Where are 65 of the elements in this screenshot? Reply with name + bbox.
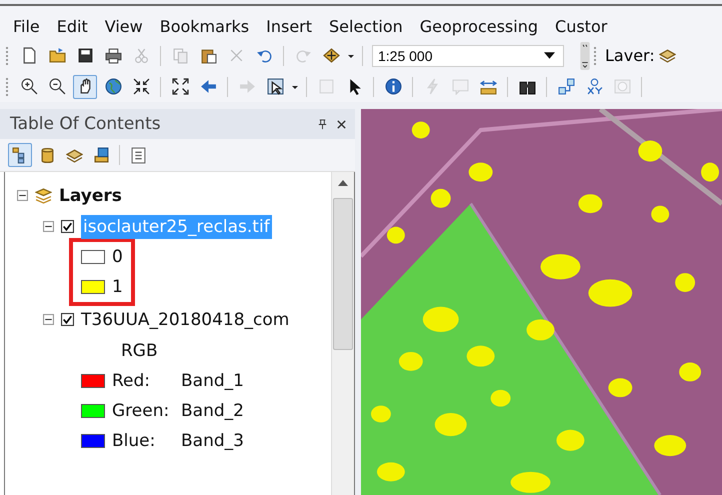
collapse-icon[interactable]: [17, 190, 28, 201]
back-arrow-icon: [200, 78, 216, 95]
collapse-icon[interactable]: [43, 314, 54, 325]
legend-label: Blue:: [112, 430, 156, 453]
menu-item[interactable]: Selection: [329, 14, 403, 40]
time-slider-icon: [614, 78, 630, 95]
options-icon: [130, 146, 146, 164]
route-icon: [558, 78, 574, 95]
info-icon: [384, 78, 402, 95]
menu-item[interactable]: File: [13, 14, 40, 40]
zoom-in-icon: [20, 78, 38, 95]
layer-checkbox[interactable]: [61, 313, 74, 326]
fixed-zoom-out-icon: [172, 78, 188, 95]
paste-icon: [200, 47, 216, 64]
toc-view-button[interactable]: [8, 143, 32, 167]
legend-label: 0: [112, 246, 123, 269]
layer-group-label[interactable]: Layers: [59, 184, 122, 208]
band-name: Band_2: [181, 400, 244, 423]
open-folder-icon: [48, 47, 66, 64]
legend-label: Green:: [112, 400, 170, 423]
new-document-icon: [20, 47, 38, 64]
menu-item[interactable]: Insert: [266, 14, 312, 40]
legend-label: Red:: [112, 370, 152, 393]
scroll-thumb[interactable]: [333, 198, 353, 350]
globe-icon: [104, 78, 122, 95]
band-name: Band_1: [181, 370, 244, 393]
save-icon: [76, 47, 94, 64]
pin-icon[interactable]: [317, 118, 328, 130]
layer-label: Laver:: [605, 44, 655, 66]
toolbar-overflow-icon[interactable]: [580, 42, 590, 70]
add-data-icon: [322, 47, 340, 64]
xy-icon: [586, 78, 602, 95]
menu-item[interactable]: Bookmarks: [160, 14, 250, 40]
database-icon: [38, 146, 56, 164]
source-icon: [92, 146, 110, 164]
fixed-zoom-in-icon: [132, 78, 150, 95]
menu-item[interactable]: Edit: [56, 14, 88, 40]
menu-item[interactable]: View: [104, 14, 143, 40]
popup-icon: [452, 78, 468, 95]
measure-icon: [480, 78, 496, 95]
legend-label: 1: [112, 276, 123, 299]
layer-group-icon: [35, 187, 52, 204]
scale-dropdown[interactable]: 1:25 000: [372, 44, 564, 66]
band-name: Band_3: [181, 430, 244, 453]
clear-selection-icon: [318, 78, 334, 95]
layer-checkbox[interactable]: [61, 220, 74, 233]
forward-arrow-icon: [238, 78, 256, 95]
print-icon: [104, 47, 122, 64]
cut-icon: [132, 47, 150, 64]
scrollbar[interactable]: [331, 172, 354, 495]
panel-title: Table Of Contents: [10, 114, 162, 134]
renderer-label: RGB: [121, 340, 158, 362]
zoom-out-icon: [48, 78, 66, 95]
close-icon[interactable]: [336, 118, 347, 130]
layer-stack-icon: [658, 47, 676, 64]
caret-icon[interactable]: [544, 52, 555, 59]
menu-item[interactable]: Custor: [555, 14, 608, 40]
toolbar-button[interactable]: [73, 74, 97, 98]
collapse-icon[interactable]: [43, 221, 54, 232]
select-features-icon: [266, 78, 284, 95]
menu-item[interactable]: Geoprocessing: [420, 14, 538, 40]
layer-stack-icon: [66, 146, 82, 164]
scroll-up-icon[interactable]: [338, 180, 348, 186]
copy-icon: [172, 47, 188, 64]
layer-name[interactable]: T36UUA_20180418_com: [81, 308, 290, 332]
